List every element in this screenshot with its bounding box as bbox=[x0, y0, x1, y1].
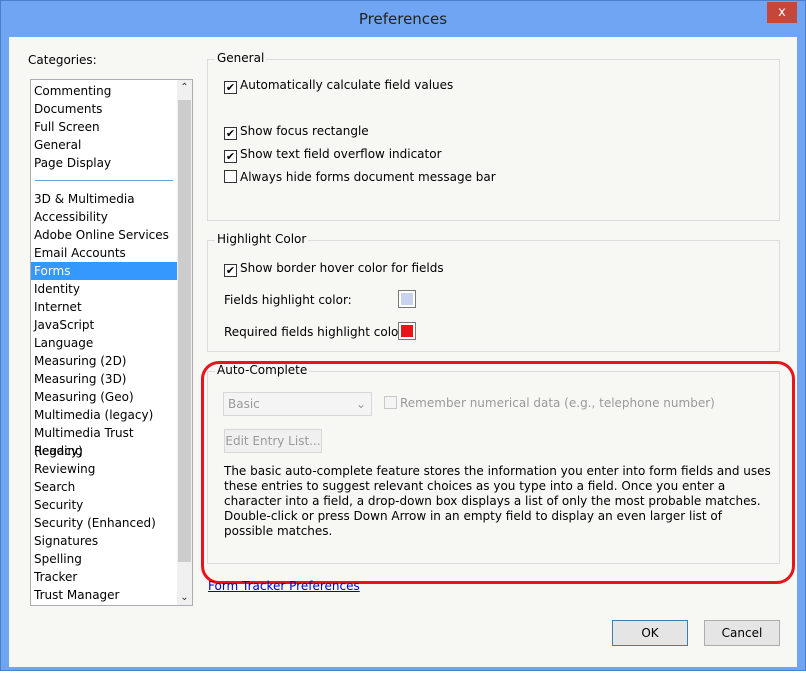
category-item[interactable]: Page Display bbox=[31, 154, 177, 172]
category-item[interactable]: Adobe Online Services bbox=[31, 226, 177, 244]
category-item[interactable]: Internet bbox=[31, 298, 177, 316]
category-item[interactable]: Accessibility bbox=[31, 208, 177, 226]
category-item[interactable]: Measuring (3D) bbox=[31, 370, 177, 388]
categories-list[interactable]: ⌃ ⌄ Commenting Documents Full Screen Genera… bbox=[30, 79, 193, 606]
categories-label: Categories: bbox=[28, 53, 97, 67]
border-hover-checkbox[interactable]: ✔ Show border hover color for fields bbox=[224, 261, 444, 277]
category-item[interactable]: Email Accounts bbox=[31, 244, 177, 262]
category-item[interactable]: Multimedia (legacy) bbox=[31, 406, 177, 424]
category-item[interactable]: JavaScript bbox=[31, 316, 177, 334]
fields-color-picker[interactable] bbox=[398, 290, 416, 308]
category-item[interactable]: Tracker bbox=[31, 568, 177, 586]
category-item[interactable]: Multimedia Trust (legacy) bbox=[31, 424, 177, 458]
cancel-button[interactable]: Cancel bbox=[704, 620, 780, 646]
form-tracker-preferences-link[interactable]: Form Tracker Preferences bbox=[208, 579, 360, 593]
general-group: General ✔ Automatically calculate field v… bbox=[207, 51, 780, 221]
preferences-window: Preferences x Categories: ⌃ ⌄ Commenting… bbox=[0, 0, 806, 671]
highlight-title: Highlight Color bbox=[215, 232, 309, 246]
scrollbar[interactable]: ⌃ ⌄ bbox=[177, 80, 192, 605]
checkbox-box: ✔ bbox=[224, 150, 237, 163]
fields-highlight-label: Fields highlight color: bbox=[224, 293, 352, 307]
category-item[interactable]: Signatures bbox=[31, 532, 177, 550]
required-color-picker[interactable] bbox=[398, 322, 416, 340]
category-item[interactable]: Trust Manager bbox=[31, 586, 177, 604]
category-item[interactable]: Measuring (Geo) bbox=[31, 388, 177, 406]
category-item[interactable]: Search bbox=[31, 478, 177, 496]
checkbox-box bbox=[224, 170, 237, 183]
category-item[interactable]: Units bbox=[31, 604, 177, 605]
general-option-checkbox[interactable]: ✔ Automatically calculate field values bbox=[224, 78, 453, 94]
checkmark-icon: ✔ bbox=[224, 264, 237, 277]
category-item[interactable]: Spelling bbox=[31, 550, 177, 568]
category-item[interactable]: Commenting bbox=[31, 82, 177, 100]
category-item[interactable]: Forms bbox=[31, 262, 177, 280]
category-item[interactable]: Documents bbox=[31, 100, 177, 118]
window-title: Preferences bbox=[358, 10, 448, 28]
close-button[interactable]: x bbox=[767, 2, 797, 23]
category-item[interactable]: Security (Enhanced) bbox=[31, 514, 177, 532]
category-item[interactable]: Measuring (2D) bbox=[31, 352, 177, 370]
highlight-group: Highlight Color ✔ Show border hover color… bbox=[207, 232, 780, 352]
required-highlight-label: Required fields highlight color: bbox=[224, 325, 408, 339]
ok-button[interactable]: OK bbox=[612, 620, 688, 646]
general-option-checkbox[interactable]: ✔ Show focus rectangle bbox=[224, 124, 369, 140]
dialog-body: Categories: ⌃ ⌄ Commenting Documents Full … bbox=[9, 37, 797, 667]
category-item[interactable]: Identity bbox=[31, 280, 177, 298]
category-item[interactable]: Security bbox=[31, 496, 177, 514]
category-item[interactable]: Language bbox=[31, 334, 177, 352]
checkbox-box: ✔ bbox=[224, 81, 237, 94]
general-option-checkbox[interactable]: ✔ Show text field overflow indicator bbox=[224, 147, 442, 163]
scroll-down-icon[interactable]: ⌄ bbox=[177, 592, 192, 603]
list-separator bbox=[35, 180, 173, 181]
category-item[interactable]: General bbox=[31, 136, 177, 154]
general-title: General bbox=[215, 51, 267, 65]
scroll-up-icon[interactable]: ⌃ bbox=[177, 82, 192, 93]
category-item[interactable]: Full Screen bbox=[31, 118, 177, 136]
checkbox-box: ✔ bbox=[224, 127, 237, 140]
category-item[interactable]: Reading bbox=[31, 442, 177, 460]
category-item[interactable]: 3D & Multimedia bbox=[31, 190, 177, 208]
general-option-checkbox[interactable]: Always hide forms document message bar bbox=[224, 170, 496, 184]
scrollbar-thumb[interactable] bbox=[178, 100, 191, 562]
category-item[interactable]: Reviewing bbox=[31, 460, 177, 478]
red-highlight-annotation bbox=[201, 361, 795, 584]
